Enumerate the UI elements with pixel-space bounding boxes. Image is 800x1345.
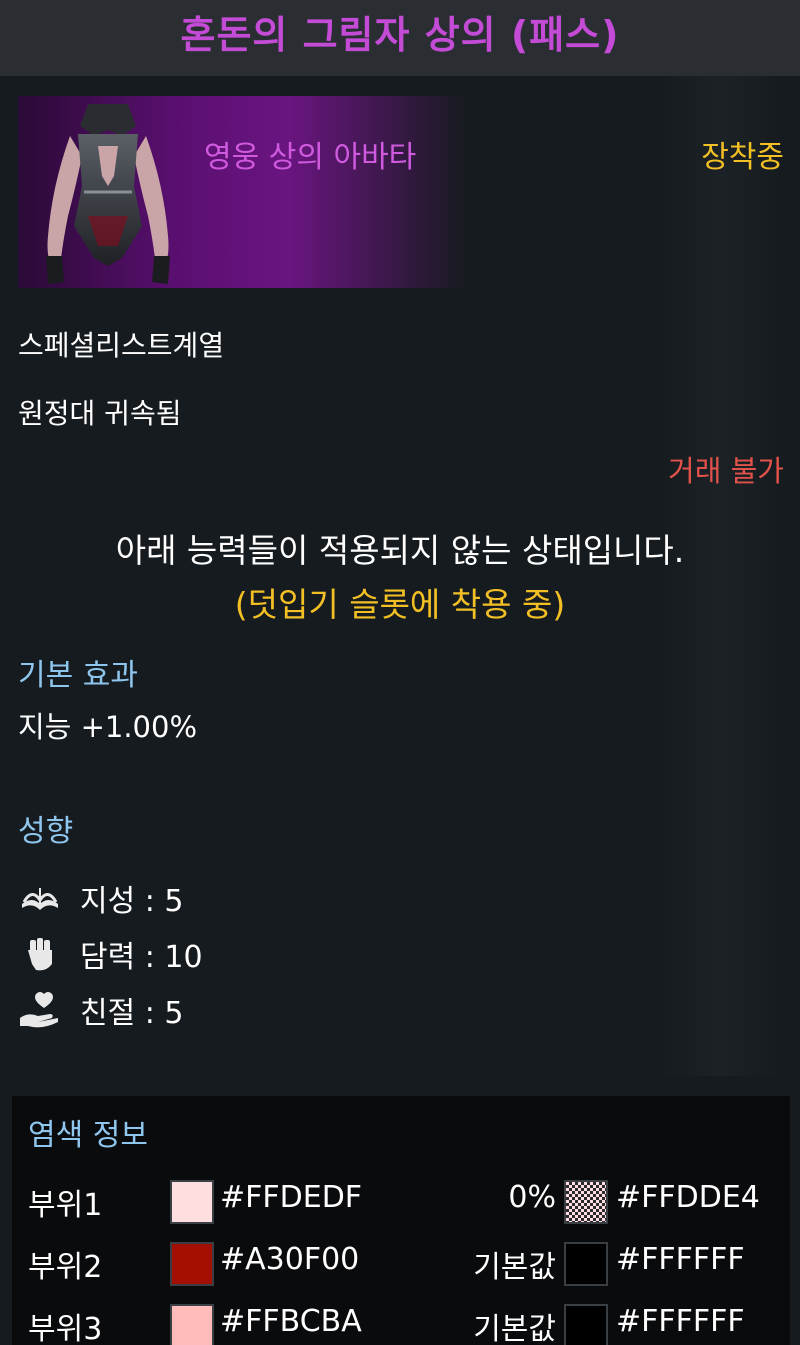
- equipped-status: 장착중: [701, 140, 784, 175]
- heart-hand-icon: [20, 992, 58, 1028]
- title-bar: 혼돈의 그림자 상의 (패스): [0, 0, 800, 76]
- trade-status: 거래 불가: [668, 454, 784, 488]
- dye-info-box: 염색 정보 부위1 #FFDEDF 0% #FFDDE4 부위2 #A30F00…: [12, 1096, 790, 1345]
- class-restriction: 스페셜리스트계열: [18, 329, 225, 362]
- traits-heading: 성향: [18, 814, 74, 849]
- trait-label: 담력 : 10: [80, 940, 203, 975]
- dye-modifier: 0%: [508, 1180, 556, 1215]
- inactive-notice: 아래 능력들이 적용되지 않는 상태입니다.: [115, 531, 685, 570]
- overlay-slot-notice: (덧입기 슬롯에 착용 중): [234, 585, 566, 624]
- fist-icon: [28, 938, 52, 971]
- dye-modifier: 기본값: [473, 1250, 556, 1285]
- trait-intellect: 지성 : 5: [18, 876, 183, 920]
- book-icon: [22, 888, 58, 910]
- dye-color-swatch: [170, 1180, 214, 1224]
- binding-status: 원정대 귀속됨: [18, 397, 182, 430]
- dye-row: 부위1 #FFDEDF 0% #FFDDE4: [12, 1174, 790, 1230]
- item-tooltip-panel: 영웅 상의 아바타 장착중 스페셜리스트계열 원정대 귀속됨 거래 불가 아래 …: [0, 76, 800, 1345]
- dye-pattern-hex: #FFDDE4: [616, 1180, 760, 1215]
- trait-label: 친절 : 5: [80, 996, 184, 1031]
- dye-part-label: 부위2: [28, 1250, 103, 1285]
- item-title: 혼돈의 그림자 상의 (패스): [180, 12, 620, 57]
- trait-courage: 담력 : 10: [18, 932, 203, 976]
- dye-heading: 염색 정보: [28, 1118, 148, 1153]
- dye-modifier: 기본값: [473, 1312, 556, 1345]
- dye-color-swatch: [170, 1242, 214, 1286]
- trait-kindness: 친절 : 5: [18, 988, 183, 1032]
- base-effect-heading: 기본 효과: [18, 658, 138, 693]
- background-decoration: [660, 76, 780, 1076]
- dye-pattern-swatch: [564, 1304, 608, 1345]
- dye-part-label: 부위3: [28, 1312, 103, 1345]
- dye-color-swatch: [170, 1304, 214, 1345]
- dye-part-label: 부위1: [28, 1188, 103, 1223]
- avatar-top-image: [46, 104, 170, 284]
- trait-label: 지성 : 5: [80, 884, 184, 919]
- dye-row: 부위2 #A30F00 기본값 #FFFFFF: [12, 1236, 790, 1292]
- dye-pattern-swatch: [564, 1180, 608, 1224]
- dye-pattern-hex: #FFFFFF: [616, 1242, 745, 1277]
- dye-pattern-hex: #FFFFFF: [616, 1304, 745, 1339]
- dye-hex: #FFBCBA: [220, 1304, 362, 1339]
- dye-row: 부위3 #FFBCBA 기본값 #FFFFFF: [12, 1298, 790, 1345]
- dye-hex: #A30F00: [220, 1242, 360, 1277]
- dye-pattern-swatch: [564, 1242, 608, 1286]
- base-effect-value: 지능 +1.00%: [18, 710, 198, 744]
- item-grade-type: 영웅 상의 아바타: [204, 140, 417, 175]
- dye-hex: #FFDEDF: [220, 1180, 363, 1215]
